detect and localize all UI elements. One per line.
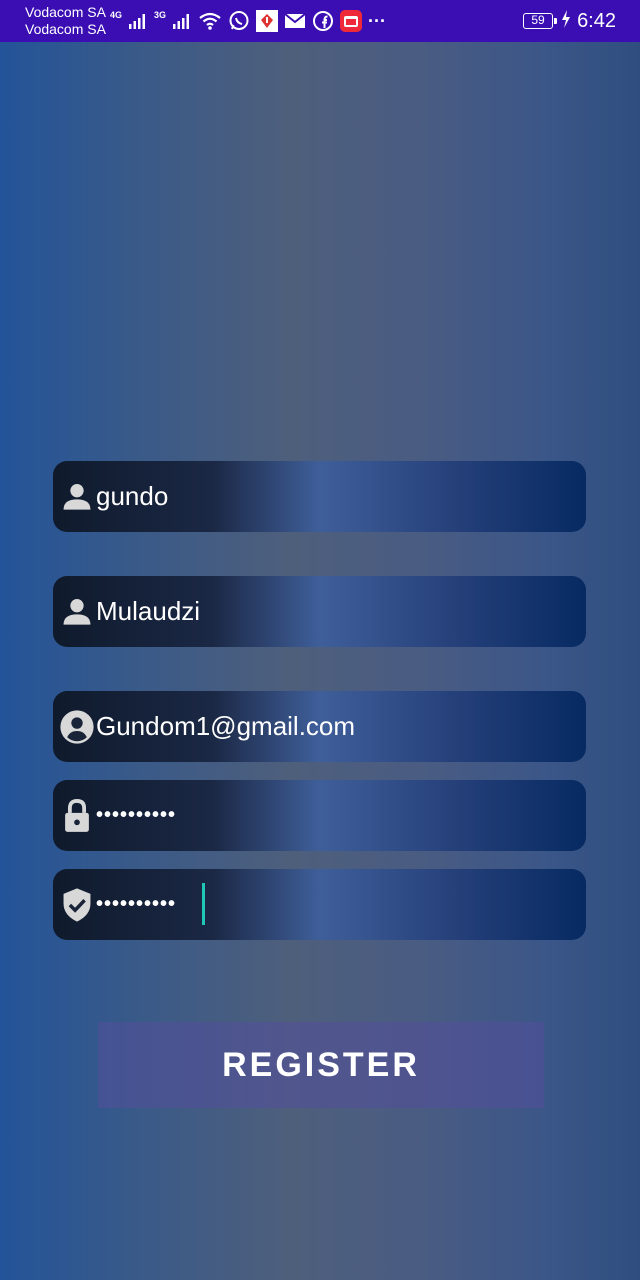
- wifi-icon: [198, 9, 222, 33]
- more-notifications: ···: [368, 10, 387, 31]
- app-notification-icon: [256, 9, 279, 33]
- account-circle-icon: [60, 710, 94, 744]
- mail-icon: [284, 9, 306, 33]
- network-type-1: 4G: [110, 10, 123, 20]
- last-name-field[interactable]: Mulaudzi: [53, 576, 586, 647]
- status-right: 59 6:42: [523, 8, 616, 34]
- carrier-1: Vodacom SA: [25, 4, 106, 20]
- signal-icon: [172, 9, 192, 33]
- register-button[interactable]: REGISTER: [98, 1022, 544, 1108]
- first-name-value[interactable]: gundo: [96, 461, 168, 532]
- status-bar: Vodacom SA Vodacom SA 4G 3G ··· 59 6:42: [0, 0, 640, 42]
- clock: 6:42: [577, 10, 616, 32]
- text-cursor: [202, 883, 205, 925]
- password-value[interactable]: ••••••••••: [96, 780, 176, 851]
- email-value[interactable]: Gundom1@gmail.com: [96, 691, 355, 762]
- first-name-field[interactable]: gundo: [53, 461, 586, 532]
- confirm-password-value[interactable]: ••••••••••: [96, 869, 176, 940]
- password-field[interactable]: ••••••••••: [53, 780, 586, 851]
- battery-indicator: 59: [523, 13, 558, 29]
- youtube-icon: [340, 9, 363, 33]
- person-icon: [63, 484, 91, 510]
- signal-icon: [128, 9, 148, 33]
- carrier-2: Vodacom SA: [25, 21, 106, 37]
- facebook-icon: [312, 9, 334, 33]
- carrier-labels: Vodacom SA Vodacom SA: [25, 4, 106, 38]
- charging-icon: [561, 9, 571, 33]
- status-icons: 4G 3G ···: [110, 8, 386, 34]
- confirm-password-field[interactable]: ••••••••••: [53, 869, 586, 940]
- last-name-value[interactable]: Mulaudzi: [96, 576, 200, 647]
- verified-shield-icon: [63, 888, 91, 922]
- person-icon: [63, 599, 91, 625]
- whatsapp-icon: [228, 9, 250, 33]
- lock-icon: [65, 799, 89, 832]
- network-type-2: 3G: [154, 10, 167, 20]
- email-field[interactable]: Gundom1@gmail.com: [53, 691, 586, 762]
